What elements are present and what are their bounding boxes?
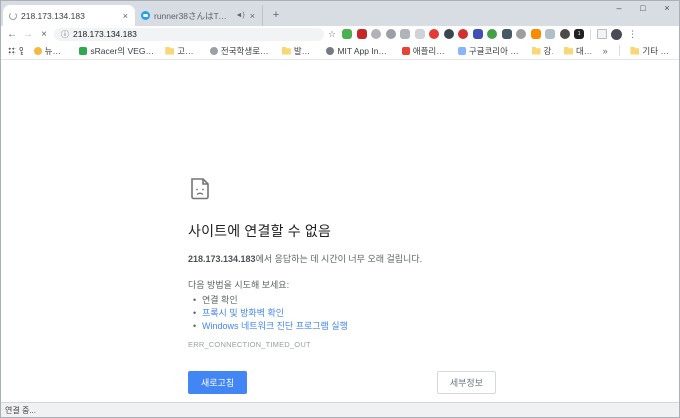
toolbar-separator [590, 29, 591, 40]
site-favicon [79, 47, 87, 55]
sad-file-icon [188, 176, 212, 200]
extension-icon-clock[interactable] [516, 29, 526, 39]
suggestion-header: 다음 방법을 시도해 보세요: [188, 278, 496, 291]
bookmark-item[interactable]: sRacer의 VEGA Racer [79, 45, 154, 57]
error-page: 사이트에 연결할 수 없음 218.173.134.183에서 응답하는 데 시… [188, 176, 496, 394]
extension-icon-red-circle[interactable] [429, 29, 439, 39]
globe-favicon [210, 47, 218, 55]
bookmark-item[interactable]: 뉴스,날씨 [34, 45, 69, 57]
bookmark-apps[interactable]: 앱 [8, 45, 23, 57]
page-info-icon[interactable]: ⓘ [61, 29, 69, 40]
suggestion-check-connection: 연결 확인 [202, 294, 496, 307]
reload-button[interactable]: 새로고침 [188, 371, 247, 394]
bookmark-star-icon[interactable]: ☆ [328, 29, 336, 40]
folder-icon [165, 47, 174, 55]
forward-icon[interactable]: → [22, 29, 34, 40]
extension-icon-red-shield[interactable] [357, 29, 367, 39]
chrome-menu-icon[interactable]: ⋮ [626, 29, 639, 40]
folder-icon [282, 47, 291, 55]
bookmark-item[interactable]: 전국학생로봇경진.. [210, 45, 271, 57]
extension-icon-home[interactable] [371, 29, 381, 39]
tab-close-icon[interactable]: × [249, 11, 256, 21]
suggestion-list: 연결 확인 프록시 및 방화벽 확인 Windows 네트워크 진단 프로그램 … [202, 294, 496, 333]
window-controls: – □ × [607, 1, 679, 15]
error-code: ERR_CONNECTION_TIMED_OUT [188, 340, 496, 349]
address-bar[interactable]: ⓘ 218.173.134.183 [54, 28, 324, 41]
tab-close-icon[interactable]: × [122, 11, 129, 21]
memo-icon[interactable] [597, 29, 607, 39]
grid-favicon [402, 47, 410, 55]
tab-strip: 218.173.134.183 × runner38さんはTwitterを使って… [1, 1, 679, 26]
tab-error-page[interactable]: 218.173.134.183 × [3, 5, 135, 26]
folder-icon [532, 47, 541, 55]
maximize-button[interactable]: □ [631, 1, 655, 15]
bookmark-folder[interactable]: 대학교 [564, 45, 592, 57]
tab-title: runner38さんはTwitterを使って [154, 10, 231, 22]
browser-window: 218.173.134.183 × runner38さんはTwitterを使って… [0, 0, 680, 418]
extensions-row: 1 [342, 29, 584, 39]
error-title: 사이트에 연결할 수 없음 [188, 221, 496, 241]
bookmark-item[interactable]: 구글코리아 채용설.. [458, 45, 521, 57]
extension-icon-blue-square[interactable] [473, 29, 483, 39]
extension-icon-page-badge[interactable] [415, 29, 425, 39]
speaker-icon: ◄) [235, 12, 244, 19]
extension-icon-green-shield[interactable] [342, 29, 352, 39]
page-content: 사이트에 연결할 수 없음 218.173.134.183에서 응답하는 데 시… [1, 60, 679, 402]
folder-icon [564, 47, 573, 55]
status-bar: 연결 중... [1, 402, 679, 417]
chat-favicon [458, 47, 466, 55]
extension-icon-target[interactable] [386, 29, 396, 39]
site-favicon [34, 47, 42, 55]
url-text[interactable]: 218.173.134.183 [73, 29, 317, 39]
bookmarks-bar: 앱 뉴스,날씨 sRacer의 VEGA Racer 고등학교 전국학생로봇경진… [1, 42, 679, 60]
error-actions: 새로고침 세부정보 [188, 371, 496, 394]
error-message-ip: 218.173.134.183 [188, 254, 256, 264]
suggestion-network-diagnostics: Windows 네트워크 진단 프로그램 실행 [202, 320, 496, 333]
extension-icon-badge-one[interactable]: 1 [574, 29, 584, 39]
new-tab-button[interactable]: + [267, 6, 285, 24]
twitter-icon [141, 11, 150, 20]
network-diagnostics-link[interactable]: Windows 네트워크 진단 프로그램 실행 [202, 321, 348, 331]
toolbar: ← → × ⓘ 218.173.134.183 ☆ 1 [1, 26, 679, 42]
extension-icon-dark-square[interactable] [502, 29, 512, 39]
extension-icon-block[interactable] [458, 29, 468, 39]
bookmark-folder[interactable]: 발명자료 [282, 45, 316, 57]
proxy-firewall-link[interactable]: 프록시 및 방화벽 확인 [202, 308, 284, 318]
bookmark-item[interactable]: 애플리케이션 [402, 45, 447, 57]
extension-icon-envelope[interactable] [545, 29, 555, 39]
bookmarks-overflow-chevron[interactable]: » [603, 46, 608, 56]
bookmark-folder[interactable]: 강좌 [532, 45, 554, 57]
minimize-button[interactable]: – [607, 1, 631, 15]
profile-avatar[interactable] [611, 29, 622, 40]
bookmark-item[interactable]: MIT App Inventor 2 [326, 46, 390, 56]
g-favicon [326, 47, 334, 55]
tab-title: 218.173.134.183 [21, 11, 118, 21]
stop-icon[interactable]: × [38, 29, 50, 40]
bookmarks-separator [619, 45, 620, 56]
apps-grid-icon [8, 47, 16, 55]
extension-icon-orange-square[interactable] [531, 29, 541, 39]
details-button[interactable]: 세부정보 [437, 371, 496, 394]
back-icon[interactable]: ← [6, 29, 18, 40]
bookmark-folder[interactable]: 고등학교 [165, 45, 199, 57]
extension-icon-dark-blob[interactable] [560, 29, 570, 39]
suggestion-proxy-firewall: 프록시 및 방화벽 확인 [202, 307, 496, 320]
other-bookmarks-folder[interactable]: 기타 북마크 [630, 45, 672, 57]
extension-icon-green-circle[interactable] [487, 29, 497, 39]
tab-twitter[interactable]: runner38さんはTwitterを使って ◄) × [135, 5, 263, 26]
status-text: 연결 중... [5, 405, 36, 416]
extension-icon-cat[interactable] [444, 29, 454, 39]
folder-icon [630, 47, 639, 55]
error-message: 218.173.134.183에서 응답하는 데 시간이 너무 오래 걸립니다. [188, 252, 496, 265]
close-button[interactable]: × [655, 1, 679, 15]
loading-spinner-icon [9, 12, 17, 20]
extension-icon-document[interactable] [400, 29, 410, 39]
